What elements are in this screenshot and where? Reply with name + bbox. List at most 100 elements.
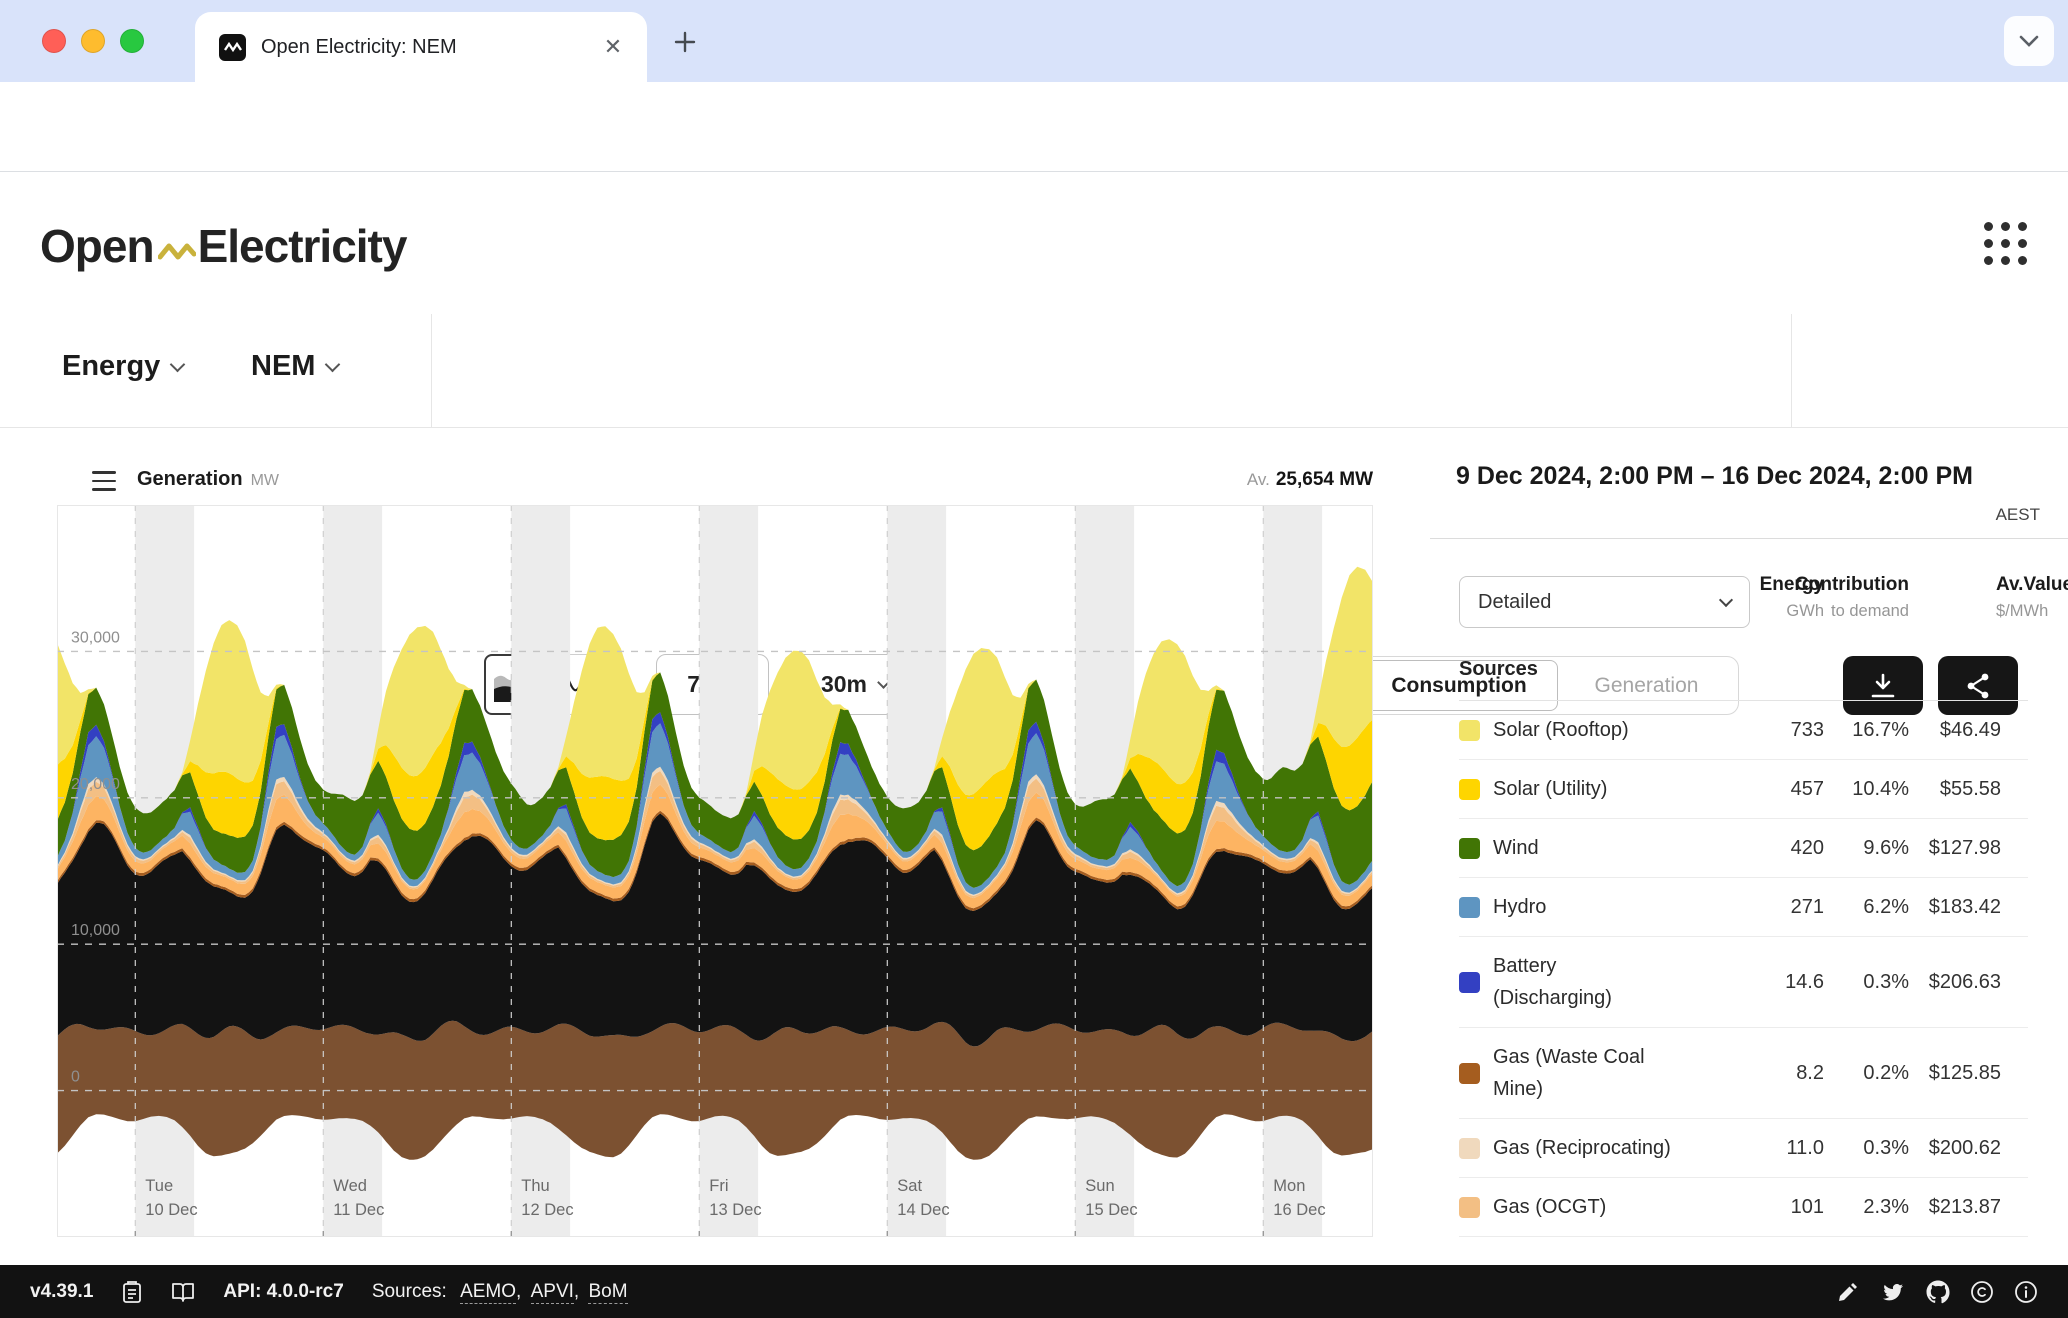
source-label: Solar (Utility)	[1493, 773, 1678, 805]
source-swatch	[1459, 972, 1480, 993]
source-energy: 733	[1678, 719, 1824, 742]
browser-tab[interactable]: Open Electricity: NEM ✕	[195, 12, 647, 82]
source-label: Wind	[1493, 832, 1678, 864]
source-contribution: 9.6%	[1824, 837, 1909, 860]
source-row[interactable]: Gas (OCGT)1012.3%$213.87	[1459, 1178, 2028, 1237]
column-header-av-value: Av.Value$/MWh	[1996, 574, 2068, 621]
sources-table: Solar (Rooftop)73316.7%$46.49Solar (Util…	[1459, 700, 2028, 1237]
window-minimize-button[interactable]	[81, 29, 105, 53]
source-row[interactable]: Hydro2716.2%$183.42	[1459, 878, 2028, 937]
svg-text:16 Dec: 16 Dec	[1273, 1201, 1325, 1219]
source-swatch	[1459, 1138, 1480, 1159]
generation-tab[interactable]: Generation	[1558, 674, 1735, 698]
site-header: Open Electricity	[0, 172, 2068, 314]
region-select[interactable]: NEM	[251, 350, 338, 383]
site-favicon	[219, 34, 246, 61]
source-swatch	[1459, 720, 1480, 741]
site-footer: v4.39.1 API: 4.0.0-rc7 Sources: AEMO, AP…	[0, 1265, 2068, 1318]
svg-text:10,000: 10,000	[71, 922, 120, 939]
source-label: Gas (Waste Coal Mine)	[1493, 1041, 1678, 1105]
source-swatch	[1459, 1063, 1480, 1084]
date-range-title: 9 Dec 2024, 2:00 PM – 16 Dec 2024, 2:00 …	[1456, 462, 1973, 491]
source-contribution: 16.7%	[1824, 719, 1909, 742]
sources-prefix: Sources:	[372, 1281, 447, 1302]
copyright-icon[interactable]	[1970, 1280, 1994, 1304]
api-version-label: API: 4.0.0-rc7	[223, 1281, 343, 1303]
source-av-value: $127.98	[1909, 837, 2001, 860]
svg-text:Sun: Sun	[1085, 1177, 1114, 1195]
source-energy: 11.0	[1678, 1137, 1824, 1160]
average-label: Av.	[1247, 470, 1270, 489]
source-swatch	[1459, 897, 1480, 918]
browser-toolbar: explore.openelectricity.org.au/energy/ne…	[0, 82, 2068, 172]
window-close-button[interactable]	[42, 29, 66, 53]
source-row[interactable]: Solar (Rooftop)73316.7%$46.49	[1459, 701, 2028, 760]
source-energy: 101	[1678, 1196, 1824, 1219]
svg-text:Mon: Mon	[1273, 1177, 1305, 1195]
svg-text:Thu: Thu	[521, 1177, 549, 1195]
source-row[interactable]: Battery (Discharging)14.60.3%$206.63	[1459, 937, 2028, 1028]
chart-unit: MW	[251, 472, 279, 489]
browser-window: Open Electricity: NEM ✕ explore.openelec…	[0, 0, 2068, 1318]
source-link-aemo[interactable]: AEMO	[460, 1281, 516, 1304]
twitter-icon[interactable]	[1880, 1280, 1906, 1304]
svg-text:Tue: Tue	[145, 1177, 173, 1195]
source-swatch	[1459, 779, 1480, 800]
pen-icon[interactable]	[1836, 1280, 1860, 1304]
sources-heading: Sources	[1459, 658, 1538, 681]
source-av-value: $46.49	[1909, 719, 2001, 742]
source-energy: 14.6	[1678, 971, 1824, 994]
logo-open-text: Open	[40, 219, 154, 273]
svg-text:15 Dec: 15 Dec	[1085, 1201, 1137, 1219]
controls-bar: Energy NEM 7D 30m Consumption	[0, 314, 2068, 427]
svg-text:0: 0	[71, 1069, 80, 1086]
detail-view-label: Detailed	[1478, 591, 1551, 614]
source-row[interactable]: Solar (Utility)45710.4%$55.58	[1459, 760, 2028, 819]
source-av-value: $55.58	[1909, 778, 2001, 801]
tab-title: Open Electricity: NEM	[261, 36, 599, 59]
logo-electricity-text: Electricity	[198, 219, 407, 273]
source-link-bom[interactable]: BoM	[588, 1281, 627, 1304]
metric-select[interactable]: Energy	[62, 350, 183, 383]
source-link-apvi[interactable]: APVI	[531, 1281, 574, 1304]
source-row[interactable]: Gas (Waste Coal Mine)8.20.2%$125.85	[1459, 1028, 2028, 1119]
average-value: 25,654 MW	[1276, 469, 1373, 490]
source-contribution: 10.4%	[1824, 778, 1909, 801]
svg-text:Fri: Fri	[709, 1177, 728, 1195]
source-energy: 8.2	[1678, 1062, 1824, 1085]
region-label: NEM	[251, 350, 315, 383]
svg-text:14 Dec: 14 Dec	[897, 1201, 949, 1219]
source-row[interactable]: Wind4209.6%$127.98	[1459, 819, 2028, 878]
metric-label: Energy	[62, 350, 160, 383]
timezone-label: AEST	[1856, 505, 2040, 525]
source-row[interactable]: Gas (Reciprocating)11.00.3%$200.62	[1459, 1119, 2028, 1178]
source-av-value: $125.85	[1909, 1062, 2001, 1085]
chart-menu-icon[interactable]	[92, 471, 116, 491]
info-icon[interactable]	[2014, 1280, 2038, 1304]
share-icon	[1963, 671, 1993, 701]
tab-close-icon[interactable]: ✕	[599, 33, 627, 61]
tab-search-button[interactable]	[2004, 16, 2054, 66]
source-label: Hydro	[1493, 891, 1678, 923]
source-contribution: 2.3%	[1824, 1196, 1909, 1219]
chevron-down-icon	[170, 356, 186, 372]
new-tab-button[interactable]	[668, 25, 702, 59]
window-zoom-button[interactable]	[120, 29, 144, 53]
generation-chart[interactable]: Tue10 DecWed11 DecThu12 DecFri13 DecSat1…	[57, 505, 1373, 1237]
site-logo[interactable]: Open Electricity	[40, 216, 406, 276]
source-av-value: $183.42	[1909, 896, 2001, 919]
chart-average: Av. 25,654 MW	[1247, 469, 1373, 491]
svg-text:12 Dec: 12 Dec	[521, 1201, 573, 1219]
version-label: v4.39.1	[30, 1281, 93, 1303]
apps-grid-icon[interactable]	[1984, 222, 2028, 266]
source-energy: 420	[1678, 837, 1824, 860]
source-energy: 271	[1678, 896, 1824, 919]
source-contribution: 0.2%	[1824, 1062, 1909, 1085]
source-av-value: $200.62	[1909, 1137, 2001, 1160]
changelog-icon[interactable]	[121, 1280, 143, 1304]
github-icon[interactable]	[1926, 1280, 1950, 1304]
docs-icon[interactable]	[171, 1281, 195, 1303]
svg-text:30,000: 30,000	[71, 629, 120, 646]
source-contribution: 0.3%	[1824, 1137, 1909, 1160]
svg-text:13 Dec: 13 Dec	[709, 1201, 761, 1219]
